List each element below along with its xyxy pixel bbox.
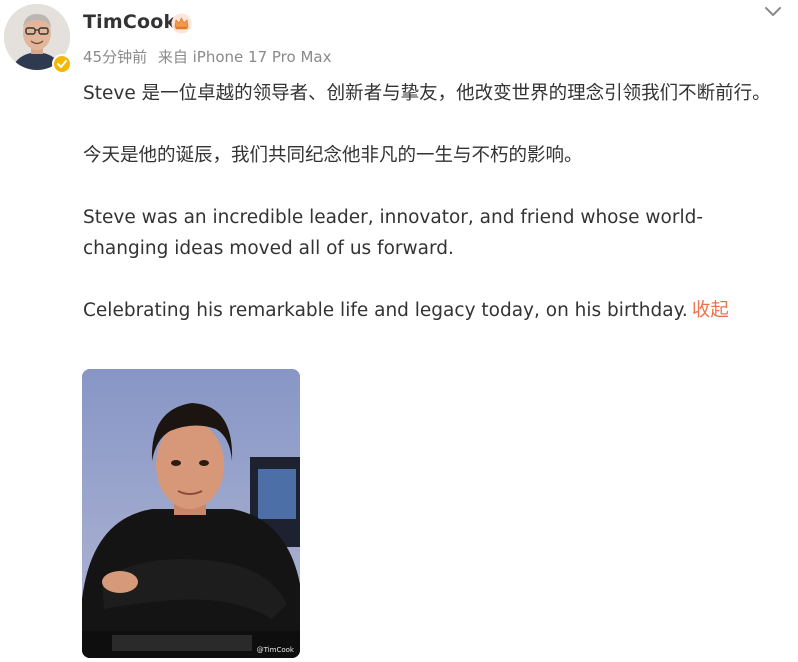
verified-icon	[52, 54, 72, 74]
paragraph-text: Steve was an incredible leader, innovato…	[83, 207, 704, 259]
post-meta: 45分钟前 来自 iPhone 17 Pro Max	[83, 46, 331, 67]
paragraph-text: Celebrating his remarkable life and lega…	[83, 300, 688, 321]
post-paragraph: Steve was an incredible leader, innovato…	[83, 202, 773, 264]
post-paragraph: Steve 是一位卓越的领导者、创新者与挚友，他改变世界的理念引领我们不断前行。	[83, 78, 773, 109]
post-image[interactable]: @TimCook	[82, 369, 300, 658]
post-text: Steve 是一位卓越的领导者、创新者与挚友，他改变世界的理念引领我们不断前行。…	[83, 78, 773, 326]
post-source: 来自 iPhone 17 Pro Max	[157, 48, 332, 66]
post-time[interactable]: 45分钟前	[83, 48, 147, 66]
image-watermark: @TimCook	[256, 646, 294, 654]
chevron-down-icon[interactable]	[762, 2, 784, 20]
paragraph-text: Steve 是一位卓越的领导者、创新者与挚友，他改变世界的理念引领我们不断前行。	[83, 83, 771, 104]
username[interactable]: TimCook	[83, 11, 176, 33]
post-paragraph: Celebrating his remarkable life and lega…	[83, 295, 773, 326]
post-paragraph: 今天是他的诞辰，我们共同纪念他非凡的一生与不朽的影响。	[83, 140, 773, 171]
paragraph-text: 今天是他的诞辰，我们共同纪念他非凡的一生与不朽的影响。	[83, 145, 583, 166]
collapse-link[interactable]: 收起	[692, 300, 729, 321]
weibo-post: TimCook 45分钟前 来自 iPhone 17 Pro Max Steve…	[0, 0, 798, 662]
avatar[interactable]	[4, 4, 72, 74]
crown-icon[interactable]	[171, 13, 192, 34]
